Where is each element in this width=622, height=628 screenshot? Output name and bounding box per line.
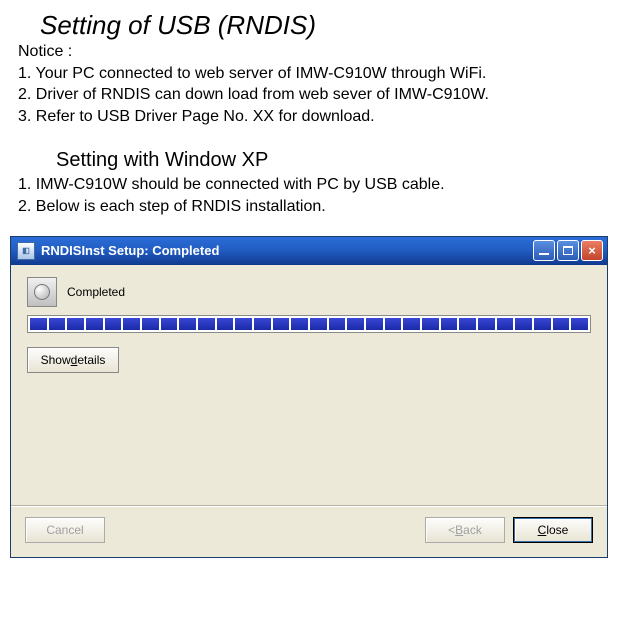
page-title: Setting of USB (RNDIS) bbox=[40, 10, 622, 41]
notice-item: 2. Driver of RNDIS can down load from we… bbox=[18, 84, 622, 106]
back-button: < Back bbox=[425, 517, 505, 543]
disc-icon bbox=[34, 284, 50, 300]
window-close-button[interactable]: × bbox=[581, 240, 603, 261]
installer-window: ◧ RNDISInst Setup: Completed × Completed… bbox=[10, 236, 608, 558]
notice-item: 1. Your PC connected to web server of IM… bbox=[18, 63, 622, 85]
installer-app-icon: ◧ bbox=[17, 242, 35, 260]
show-details-button[interactable]: Show details bbox=[27, 347, 119, 373]
notice-item: 3. Refer to USB Driver Page No. XX for d… bbox=[18, 106, 622, 128]
step-item: 2. Below is each step of RNDIS installat… bbox=[18, 196, 622, 218]
notice-label: Notice : bbox=[18, 41, 622, 63]
close-button[interactable]: Close bbox=[513, 517, 593, 543]
window-titlebar[interactable]: ◧ RNDISInst Setup: Completed × bbox=[11, 237, 607, 265]
maximize-icon bbox=[563, 246, 573, 255]
progress-bar bbox=[27, 315, 591, 333]
installer-content: Completed Show details bbox=[11, 265, 607, 505]
window-title: RNDISInst Setup: Completed bbox=[41, 243, 219, 258]
footer-buttons: Cancel < Back Close bbox=[11, 507, 607, 557]
installer-status-icon bbox=[27, 277, 57, 307]
close-icon: × bbox=[588, 244, 596, 257]
step-item: 1. IMW-C910W should be connected with PC… bbox=[18, 174, 622, 196]
cancel-button: Cancel bbox=[25, 517, 105, 543]
maximize-button[interactable] bbox=[557, 240, 579, 261]
minimize-button[interactable] bbox=[533, 240, 555, 261]
status-text: Completed bbox=[67, 285, 125, 299]
status-row: Completed bbox=[27, 277, 591, 307]
minimize-icon bbox=[539, 253, 549, 255]
sub-title: Setting with Window XP bbox=[56, 149, 622, 172]
window-controls: × bbox=[533, 240, 603, 261]
